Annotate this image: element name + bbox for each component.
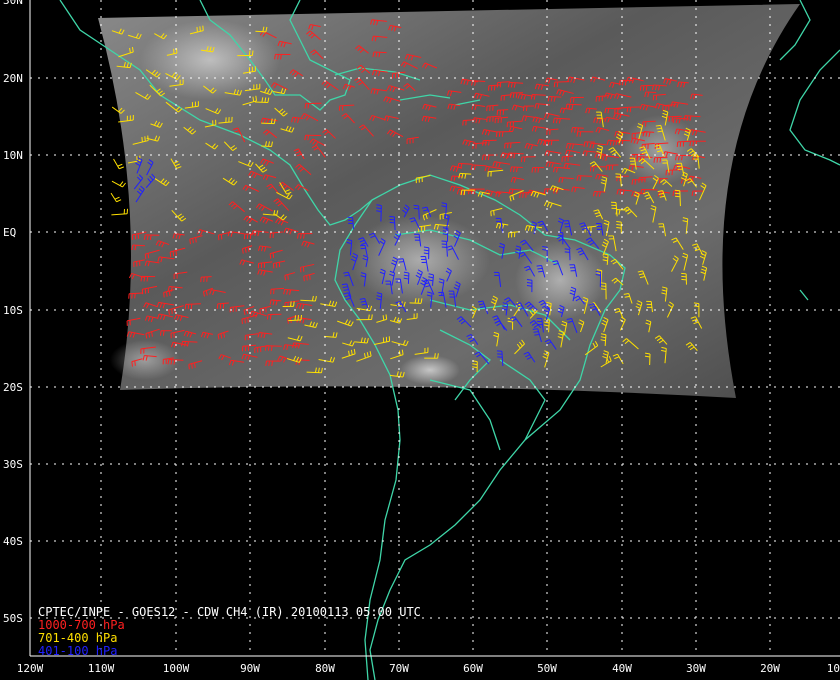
lon-label: 90W	[240, 662, 260, 675]
lon-label: 60W	[463, 662, 483, 675]
lon-label: 120W	[17, 662, 44, 675]
cloud-mass	[350, 215, 490, 305]
lat-label: 30N	[3, 0, 23, 7]
lon-label: 100W	[163, 662, 190, 675]
lat-label: 10S	[3, 304, 23, 317]
lon-label: 70W	[389, 662, 409, 675]
legend-mid-level: 701-400 hPa	[38, 631, 117, 645]
cloud-mass	[110, 340, 180, 380]
lat-label: 20S	[3, 381, 23, 394]
lat-label: EQ	[3, 226, 16, 239]
lon-label: 110W	[88, 662, 115, 675]
lat-label: 40S	[3, 535, 23, 548]
ir-satellite-image	[98, 4, 800, 398]
lon-label: 50W	[537, 662, 557, 675]
lat-label: 20N	[3, 72, 23, 85]
satellite-wind-map: 30N 20N 10N EQ 10S 20S 30S 40S 50S 120W 110W 100W 9…	[0, 0, 840, 680]
map-title: CPTEC/INPE - GOES12 - CDW CH4 (IR) 20100…	[38, 605, 421, 619]
lon-label: 30W	[686, 662, 706, 675]
legend-high-level: 401-100 hPa	[38, 644, 117, 658]
lon-label: 40W	[612, 662, 632, 675]
lat-label: 10N	[3, 149, 23, 162]
lon-label: 10	[827, 662, 840, 675]
lon-label: 80W	[315, 662, 335, 675]
legend-low-level: 1000-700 hPa	[38, 618, 125, 632]
lat-label: 50S	[3, 612, 23, 625]
lat-label: 30S	[3, 458, 23, 471]
cloud-mass	[140, 20, 280, 100]
lon-label: 20W	[760, 662, 780, 675]
